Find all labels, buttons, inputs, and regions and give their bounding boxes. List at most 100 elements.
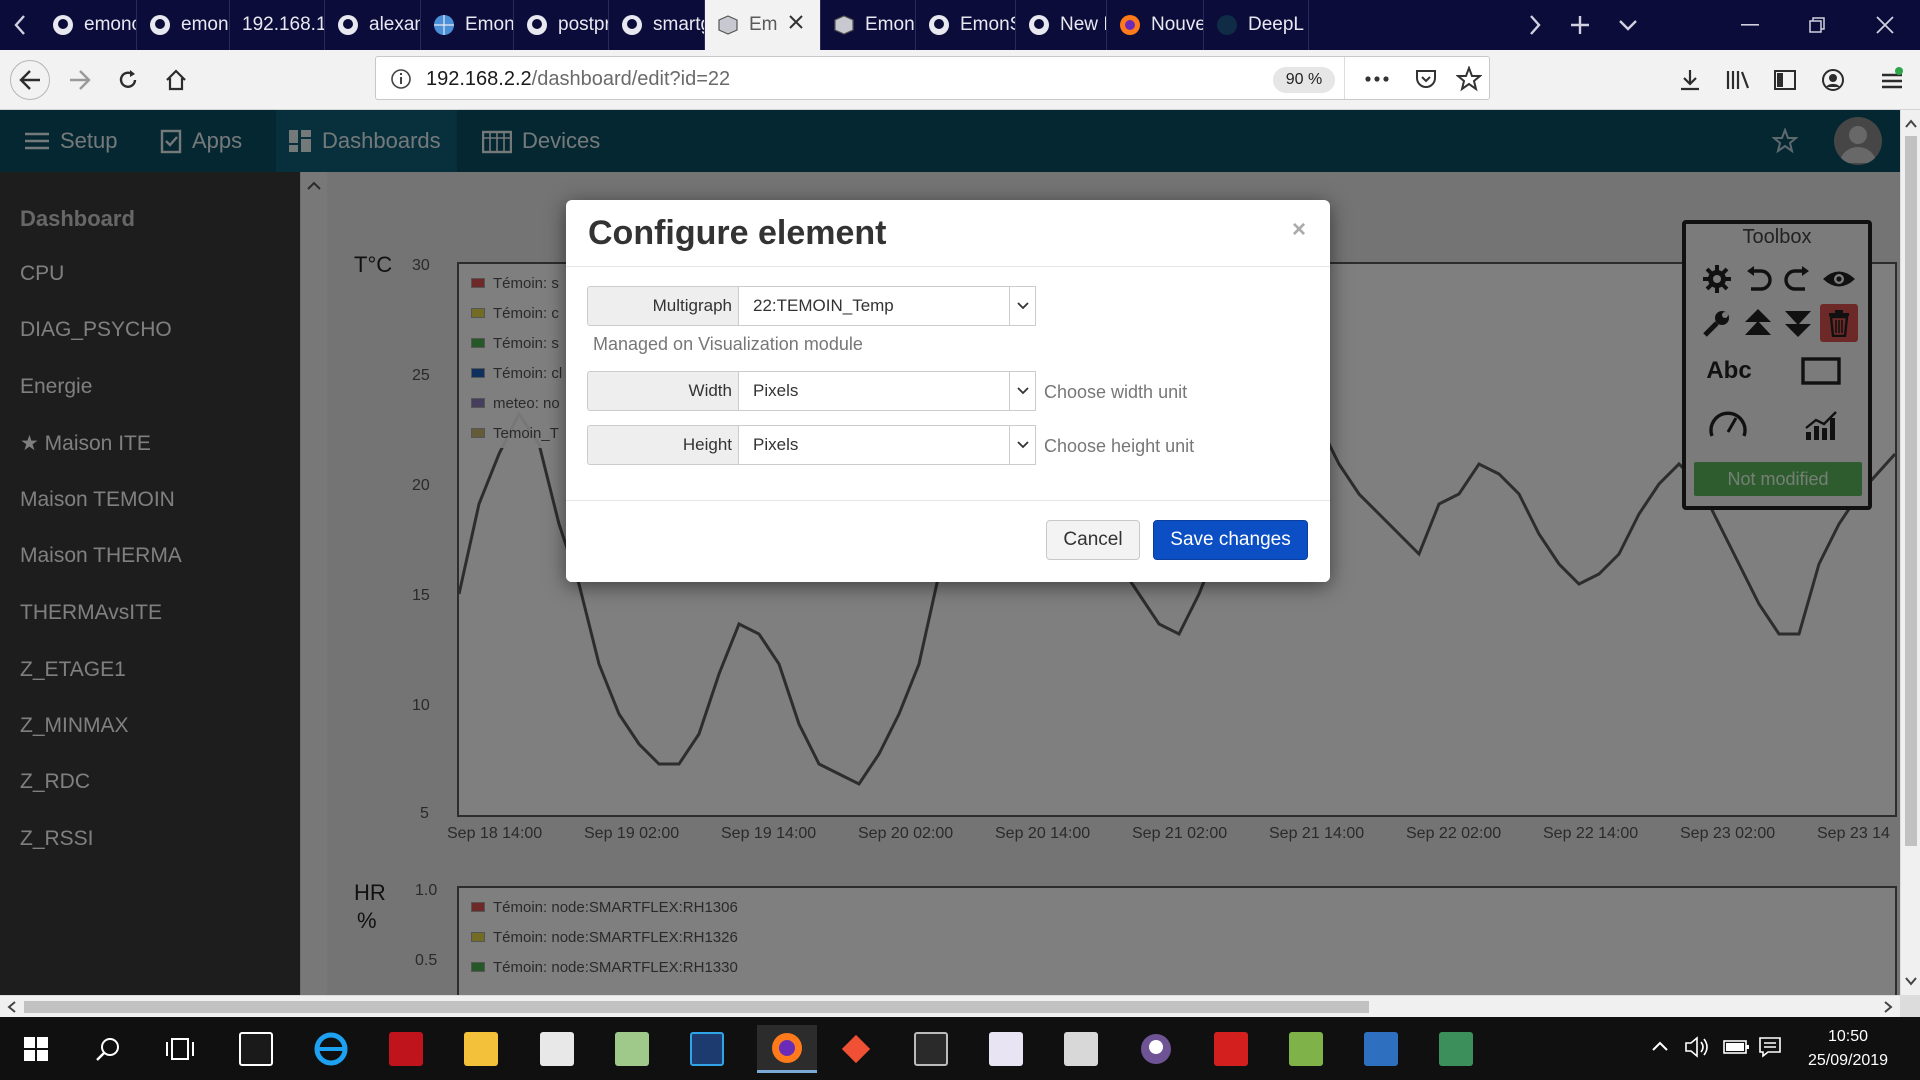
horizontal-scroll-thumb[interactable]	[24, 1001, 1369, 1013]
new-tab-button[interactable]	[1560, 0, 1600, 50]
height-help-text: Choose height unit	[1044, 436, 1195, 456]
taskbar-app-green[interactable]	[608, 1025, 656, 1073]
scroll-up-arrow-icon	[1905, 119, 1917, 128]
globe-icon	[433, 14, 455, 36]
taskbar-github-desktop[interactable]	[1132, 1025, 1180, 1073]
taskbar-app-monitor[interactable]	[1057, 1025, 1105, 1073]
store-bag-icon	[239, 1032, 273, 1066]
browser-tab[interactable]: Emonc	[421, 0, 514, 50]
browser-tab[interactable]: Em	[705, 0, 821, 50]
page-horizontal-scrollbar[interactable]	[0, 995, 1900, 1017]
taskbar-file-explorer[interactable]	[457, 1025, 505, 1073]
width-unit-select[interactable]: Pixels	[738, 371, 1036, 411]
multigraph-select[interactable]: 22:TEMOIN_Temp	[738, 286, 1036, 326]
page-actions-icon[interactable]	[1364, 69, 1390, 94]
volume-icon[interactable]	[1684, 1035, 1710, 1064]
sidebar-toggle-button[interactable]	[1765, 60, 1805, 100]
browser-tab[interactable]: EmonS	[916, 0, 1016, 50]
bookmark-star-icon[interactable]	[1455, 65, 1483, 97]
taskbar-acrobat-app[interactable]	[1207, 1025, 1255, 1073]
browser-tab[interactable]: emonc	[40, 0, 137, 50]
browser-tab-label: 192.168.1.2	[242, 14, 324, 35]
browser-tab[interactable]: postpr	[514, 0, 609, 50]
list-all-tabs-button[interactable]	[1608, 0, 1648, 50]
taskbar-app-red[interactable]	[382, 1025, 430, 1073]
taskbar-network-app[interactable]	[1357, 1025, 1405, 1073]
vertical-scroll-thumb[interactable]	[1905, 136, 1917, 846]
close-tab-icon[interactable]	[788, 14, 804, 36]
back-button[interactable]	[10, 60, 50, 100]
taskbar-terminal-app[interactable]	[907, 1025, 955, 1073]
downloads-button[interactable]	[1670, 60, 1710, 100]
configure-element-dialog: Configure element × Multigraph 22:TEMOIN…	[566, 200, 1330, 582]
back-arrow-icon	[19, 70, 40, 90]
app-menu-button[interactable]	[1872, 60, 1912, 100]
pdf-icon	[1214, 1032, 1248, 1066]
browser-tab[interactable]: 192.168.1.2	[230, 0, 325, 50]
pocket-icon[interactable]	[1414, 67, 1438, 96]
library-button[interactable]	[1718, 60, 1758, 100]
folder-icon	[464, 1032, 498, 1066]
sidebar-icon	[1774, 70, 1796, 90]
scroll-right-arrow-icon	[1884, 1001, 1893, 1013]
start-button[interactable]	[12, 1025, 60, 1073]
library-icon	[1726, 71, 1750, 89]
home-icon	[166, 69, 186, 91]
battery-icon[interactable]	[1722, 1037, 1750, 1062]
url-bar[interactable]: 192.168.2.2/dashboard/edit?id=22 90 %	[375, 56, 1490, 100]
save-changes-button[interactable]: Save changes	[1153, 520, 1308, 560]
tabs-scroll-left-button[interactable]	[0, 0, 40, 50]
account-button[interactable]	[1813, 60, 1853, 100]
taskbar-app-v[interactable]	[683, 1025, 731, 1073]
browser-tab-label: Emonc	[465, 14, 513, 35]
zoom-level-button[interactable]: 90 %	[1273, 67, 1335, 93]
reload-button[interactable]	[108, 60, 148, 100]
windows-taskbar: 10:50 25/09/2019	[0, 1017, 1920, 1080]
browser-tab[interactable]: emonp	[137, 0, 230, 50]
browser-tab-label: Emonc	[865, 14, 915, 35]
scroll-down-arrow-icon	[1905, 977, 1917, 986]
chevron-down-icon	[1009, 426, 1035, 464]
close-dialog-button[interactable]: ×	[1292, 216, 1306, 244]
url-host: 192.168.2.2	[426, 68, 532, 90]
clock-time: 10:50	[1827, 1028, 1869, 1045]
task-view-button[interactable]	[156, 1025, 204, 1073]
cancel-button[interactable]: Cancel	[1046, 520, 1140, 560]
taskbar-git-app[interactable]	[832, 1025, 880, 1073]
height-unit-value: Pixels	[753, 435, 799, 454]
github-icon	[337, 14, 359, 36]
close-window-button[interactable]	[1863, 0, 1907, 50]
home-button[interactable]	[156, 60, 196, 100]
browser-tab[interactable]: alexan	[325, 0, 421, 50]
forward-button[interactable]	[60, 60, 100, 100]
taskbar-store-app[interactable]	[232, 1025, 280, 1073]
minimize-window-button[interactable]	[1730, 0, 1770, 50]
search-button[interactable]	[84, 1025, 132, 1073]
taskbar-eagle-app[interactable]	[533, 1025, 581, 1073]
lock-app-icon	[1439, 1032, 1473, 1066]
taskbar-edge-app[interactable]	[307, 1025, 355, 1073]
notification-center-icon[interactable]	[1758, 1035, 1782, 1064]
github-icon	[149, 14, 171, 36]
taskbar-app-lock[interactable]	[1432, 1025, 1480, 1073]
browser-tab[interactable]: Nouve	[1107, 0, 1204, 50]
show-hidden-icons-chevron-icon[interactable]	[1650, 1039, 1670, 1058]
taskbar-clock[interactable]: 10:50 25/09/2019	[1788, 1025, 1908, 1073]
height-unit-select[interactable]: Pixels	[738, 425, 1036, 465]
taskbar-firefox-app[interactable]	[757, 1025, 817, 1073]
github-icon	[621, 14, 643, 36]
browser-tab[interactable]: New Is	[1016, 0, 1107, 50]
browser-tab[interactable]: DeepL	[1204, 0, 1309, 50]
browser-tab[interactable]: Emonc	[821, 0, 916, 50]
browser-tab-label: postpr	[558, 14, 608, 35]
restore-window-button[interactable]	[1797, 0, 1837, 50]
tabs-scroll-right-button[interactable]	[1515, 0, 1555, 50]
browser-tab-strip: emonc emonp 192.168.1.2 alexan Emonc postpr sm…	[0, 0, 1920, 50]
taskbar-app-chart[interactable]	[1282, 1025, 1330, 1073]
green-app-icon	[615, 1032, 649, 1066]
browser-tab[interactable]: smartg	[609, 0, 705, 50]
url-text[interactable]: 192.168.2.2/dashboard/edit?id=22	[426, 68, 730, 91]
site-info-icon[interactable]	[390, 68, 412, 95]
page-vertical-scrollbar[interactable]	[1900, 110, 1920, 995]
taskbar-notepad-app[interactable]	[982, 1025, 1030, 1073]
